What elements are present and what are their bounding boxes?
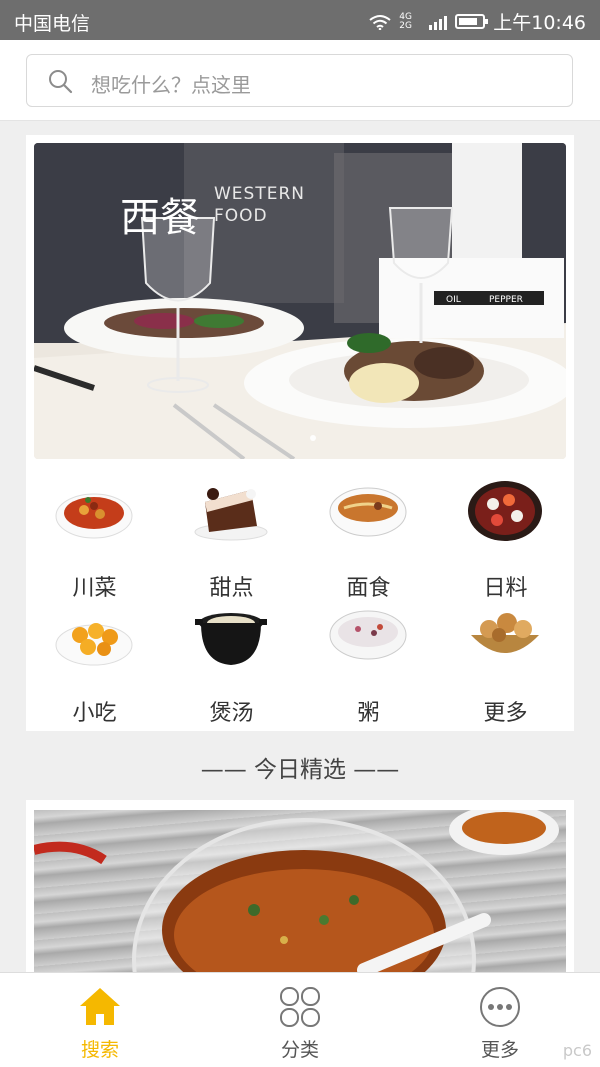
nav-label-category: 分类 bbox=[280, 1039, 319, 1061]
category-item-riliao[interactable]: 日料 bbox=[437, 480, 574, 601]
porridge-bowl-image bbox=[329, 610, 407, 660]
signal-icon bbox=[429, 14, 448, 30]
category-label: 面食 bbox=[346, 576, 391, 601]
watermark-logo: pc6 bbox=[562, 1041, 592, 1060]
category-card: OIL PEPPER 西餐 WESTERN FOOD 川菜 甜点 面食 日料 小… bbox=[26, 135, 574, 731]
category-label: 更多 bbox=[483, 701, 528, 726]
banner-oil-label: OIL bbox=[446, 295, 461, 305]
search-input[interactable]: 想吃什么？点这里 bbox=[26, 54, 573, 107]
home-icon bbox=[80, 988, 120, 1025]
dessert-cake-image bbox=[194, 488, 268, 541]
banner-subtitle-line2: FOOD bbox=[214, 206, 268, 226]
category-item-tiandian[interactable]: 甜点 bbox=[163, 480, 300, 601]
carrier-name: 中国电信 bbox=[14, 13, 91, 35]
network-type: 4G 2G bbox=[399, 11, 412, 31]
status-bar: 中国电信 4G 2G 上午10:46 bbox=[0, 0, 600, 40]
search-placeholder: 想吃什么？点这里 bbox=[91, 73, 251, 97]
nav-label-search: 搜索 bbox=[80, 1039, 119, 1061]
category-label: 甜点 bbox=[209, 576, 254, 601]
search-icon bbox=[49, 70, 73, 94]
banner-carousel[interactable]: OIL PEPPER 西餐 WESTERN FOOD bbox=[34, 143, 566, 459]
battery-icon bbox=[455, 14, 489, 29]
category-label: 小吃 bbox=[72, 701, 117, 726]
nav-tab-more[interactable]: 更多 bbox=[440, 985, 560, 1062]
status-icons: 4G 2G 上午10:46 bbox=[369, 8, 586, 35]
status-time: 上午10:46 bbox=[493, 12, 586, 34]
snack-balls-image bbox=[55, 623, 133, 666]
nav-label-more: 更多 bbox=[480, 1039, 519, 1061]
bottom-navigation: 搜索 分类 更多 pc6 bbox=[0, 972, 600, 1067]
category-item-zhou[interactable]: 粥 bbox=[300, 605, 437, 726]
category-label: 粥 bbox=[357, 701, 380, 726]
nav-tab-category[interactable]: 分类 bbox=[240, 985, 360, 1062]
category-item-mianshi[interactable]: 面食 bbox=[300, 480, 437, 601]
section-title-today: —— 今日精选 —— bbox=[200, 757, 400, 783]
category-item-chuancai[interactable]: 川菜 bbox=[26, 480, 163, 601]
noodle-bowl-image bbox=[329, 487, 407, 537]
category-label: 川菜 bbox=[72, 576, 117, 601]
banner-subtitle: WESTERN FOOD bbox=[214, 183, 305, 227]
wifi-icon bbox=[369, 14, 391, 30]
category-label: 煲汤 bbox=[209, 701, 254, 726]
featured-recipe-card[interactable] bbox=[26, 800, 574, 980]
more-dots-icon bbox=[480, 987, 520, 1027]
banner-title: 西餐 bbox=[120, 195, 200, 241]
category-grid-icon bbox=[280, 987, 320, 1027]
category-item-gengduo[interactable]: 更多 bbox=[437, 605, 574, 726]
soup-pot-image bbox=[195, 613, 267, 665]
category-label: 日料 bbox=[483, 576, 528, 601]
search-area: 想吃什么？点这里 bbox=[0, 40, 600, 121]
app-screen: 中国电信 4G 2G 上午10:46 想吃什么？点这里 OIL PEPPER 西… bbox=[0, 0, 600, 1067]
featured-photo-art bbox=[34, 810, 559, 980]
featured-recipe-image bbox=[34, 810, 566, 980]
bread-basket-image bbox=[471, 613, 539, 653]
battery-level bbox=[459, 18, 478, 25]
chuancai-dish-image bbox=[55, 493, 133, 539]
category-item-xiaochi[interactable]: 小吃 bbox=[26, 605, 163, 726]
nav-tab-search[interactable]: 搜索 bbox=[40, 985, 160, 1062]
banner-pepper-label: PEPPER bbox=[489, 295, 523, 305]
sushi-box-image bbox=[468, 481, 542, 541]
banner-subtitle-line1: WESTERN bbox=[214, 184, 305, 204]
carousel-indicator-dot[interactable] bbox=[310, 435, 316, 441]
category-item-baotang[interactable]: 煲汤 bbox=[163, 605, 300, 726]
